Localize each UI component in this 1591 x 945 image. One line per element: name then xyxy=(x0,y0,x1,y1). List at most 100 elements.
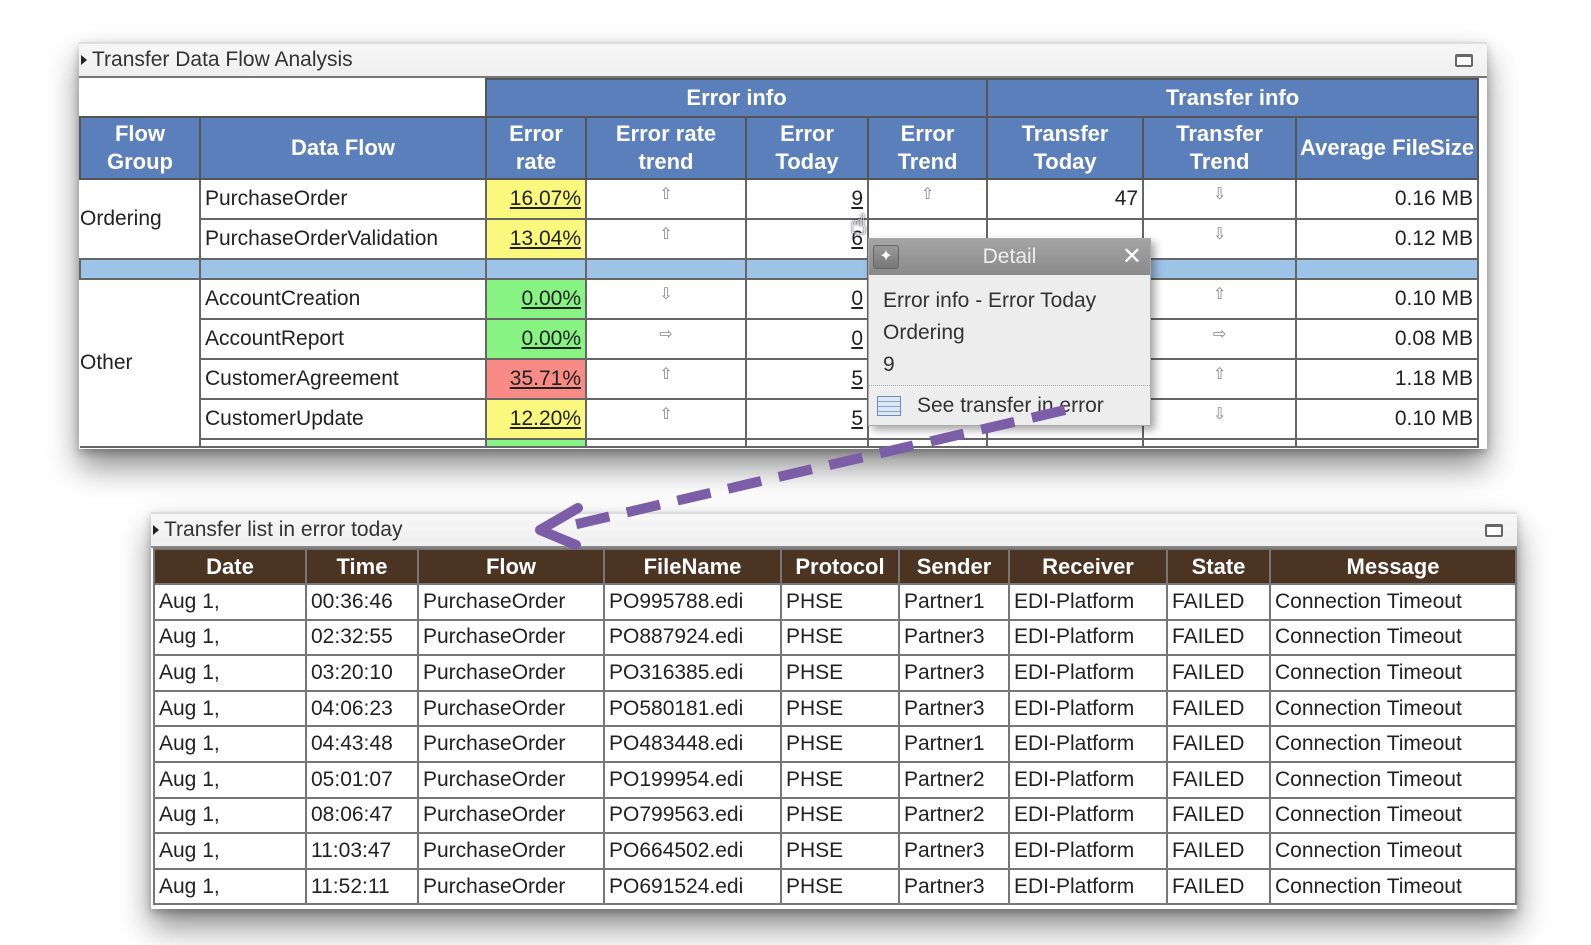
column-header[interactable]: Transfer Today xyxy=(986,116,1145,180)
avg-filesize-cell: 0.16 MB xyxy=(1295,178,1480,220)
column-header[interactable]: Flow Group xyxy=(79,116,201,180)
separator-cell xyxy=(79,258,201,280)
receiver-cell: EDI-Platform xyxy=(1008,725,1168,763)
message-cell: Connection Timeout xyxy=(1269,725,1517,763)
see-transfer-in-error-link[interactable]: See transfer in error xyxy=(869,385,1150,425)
receiver-cell: EDI-Platform xyxy=(1008,796,1168,835)
column-header[interactable]: Protocol xyxy=(780,548,900,585)
table-row[interactable]: Aug 1, 08:06:47 PurchaseOrder PO799563.edi P… xyxy=(153,796,1517,835)
column-header[interactable]: Error Trend xyxy=(866,116,989,180)
close-icon[interactable]: ✕ xyxy=(1122,242,1142,271)
filename-cell: PO483448.edi xyxy=(603,725,782,763)
error-today-link[interactable]: 0 xyxy=(745,278,869,320)
column-header[interactable]: Receiver xyxy=(1008,548,1168,585)
state-cell: FAILED xyxy=(1166,689,1271,728)
group-header-transfer-info: Transfer info xyxy=(986,78,1480,118)
filename-cell: PO887924.edi xyxy=(603,618,782,657)
protocol-cell: PHSE xyxy=(780,832,900,870)
partial-cell xyxy=(866,438,989,448)
column-header[interactable]: Time xyxy=(305,548,419,585)
error-rate-link[interactable]: 0.00% xyxy=(485,278,587,320)
data-flow-cell: PurchaseOrder xyxy=(199,178,487,220)
receiver-cell: EDI-Platform xyxy=(1008,832,1168,870)
trend-up-icon: ⇧ xyxy=(585,218,747,260)
popup-title-bar[interactable]: ✦ Detail ✕ xyxy=(869,239,1150,275)
message-cell: Connection Timeout xyxy=(1269,867,1517,906)
pin-icon[interactable]: ✦ xyxy=(873,245,899,269)
expand-triangle-icon[interactable] xyxy=(81,55,87,65)
flow-group-cell: Ordering xyxy=(80,178,201,260)
date-cell: Aug 1, xyxy=(153,583,307,621)
column-header[interactable]: Error rate xyxy=(485,116,587,180)
table-row[interactable]: Aug 1, 00:36:46 PurchaseOrder PO995788.edi P… xyxy=(153,583,1517,621)
column-header[interactable]: Message xyxy=(1269,548,1517,585)
date-cell: Aug 1, xyxy=(153,760,307,799)
protocol-cell: PHSE xyxy=(780,725,900,763)
error-today-link[interactable]: 0 xyxy=(745,318,869,360)
separator-cell xyxy=(199,258,487,280)
protocol-cell: PHSE xyxy=(780,689,900,728)
table-row[interactable]: Aug 1, 02:32:55 PurchaseOrder PO887924.edi P… xyxy=(153,618,1517,657)
column-header[interactable]: Date xyxy=(153,548,307,585)
table-row[interactable]: Aug 1, 11:52:11 PurchaseOrder PO691524.edi P… xyxy=(153,867,1517,906)
trend-up-icon: ⇧ xyxy=(1142,278,1298,320)
time-cell: 05:01:07 xyxy=(305,760,419,799)
maximize-icon[interactable] xyxy=(1455,54,1473,67)
transfer-list-panel: Transfer list in error today Date Time Flo… xyxy=(151,512,1517,909)
filename-cell: PO580181.edi xyxy=(603,689,782,728)
error-today-link[interactable]: 5 xyxy=(745,358,869,400)
panel-header[interactable]: Transfer Data Flow Analysis xyxy=(79,42,1487,78)
data-flow-cell: CustomerUpdate xyxy=(199,398,487,440)
protocol-cell: PHSE xyxy=(780,867,900,906)
transfer-data-flow-panel: Transfer Data Flow Analysis Error info T… xyxy=(79,42,1487,449)
sender-cell: Partner2 xyxy=(898,760,1010,799)
trend-down-icon: ⇩ xyxy=(1142,178,1298,220)
receiver-cell: EDI-Platform xyxy=(1008,583,1168,621)
column-header[interactable]: Flow xyxy=(417,548,605,585)
error-rate-link[interactable]: 0.00% xyxy=(485,318,587,360)
table-row: AccountReport 0.00% ⇨ 0 ⇨ 0.08 MB xyxy=(80,318,1480,360)
column-header[interactable]: Average FileSize xyxy=(1295,116,1480,180)
transfer-list-table: Date Time Flow FileName Protocol Sender Receiv… xyxy=(153,548,1517,906)
column-header[interactable]: Data Flow xyxy=(199,116,487,180)
avg-filesize-cell: 0.10 MB xyxy=(1295,398,1480,440)
receiver-cell: EDI-Platform xyxy=(1008,654,1168,692)
column-header[interactable]: Error rate trend xyxy=(585,116,747,180)
data-flow-cell: AccountCreation xyxy=(199,278,487,320)
separator-cell xyxy=(585,258,747,280)
table-row[interactable]: Aug 1, 05:01:07 PurchaseOrder PO199954.edi P… xyxy=(153,760,1517,799)
table-row[interactable]: Aug 1, 11:03:47 PurchaseOrder PO664502.edi P… xyxy=(153,832,1517,870)
date-cell: Aug 1, xyxy=(153,618,307,657)
maximize-icon[interactable] xyxy=(1485,524,1503,537)
trend-up-icon: ⇧ xyxy=(1142,358,1298,400)
column-header[interactable]: Transfer Trend xyxy=(1142,116,1298,180)
date-cell: Aug 1, xyxy=(153,867,307,906)
panel-header[interactable]: Transfer list in error today xyxy=(151,512,1517,548)
sender-cell: Partner2 xyxy=(898,796,1010,835)
column-header[interactable]: State xyxy=(1166,548,1271,585)
data-flow-cell: AccountReport xyxy=(199,318,487,360)
table-row[interactable]: Aug 1, 03:20:10 PurchaseOrder PO316385.edi P… xyxy=(153,654,1517,692)
error-rate-link[interactable]: 16.07% xyxy=(485,178,587,220)
partial-cell xyxy=(199,438,487,448)
protocol-cell: PHSE xyxy=(780,654,900,692)
table-row[interactable]: Aug 1, 04:06:23 PurchaseOrder PO580181.edi P… xyxy=(153,689,1517,728)
flow-cell: PurchaseOrder xyxy=(417,689,605,728)
popup-title: Detail xyxy=(982,245,1037,268)
error-rate-link[interactable]: 35.71% xyxy=(485,358,587,400)
column-header[interactable]: Sender xyxy=(898,548,1010,585)
table-row[interactable]: Aug 1, 04:43:48 PurchaseOrder PO483448.edi P… xyxy=(153,725,1517,763)
filename-cell: PO691524.edi xyxy=(603,867,782,906)
error-today-link[interactable]: 5 xyxy=(745,398,869,440)
flow-group-cell: Other xyxy=(80,278,201,448)
column-header[interactable]: Error Today xyxy=(745,116,869,180)
popup-line-context: Error info - Error Today xyxy=(883,289,1097,312)
time-cell: 04:06:23 xyxy=(305,689,419,728)
column-header[interactable]: FileName xyxy=(603,548,782,585)
expand-triangle-icon[interactable] xyxy=(153,525,159,535)
date-cell: Aug 1, xyxy=(153,832,307,870)
error-rate-link[interactable]: 13.04% xyxy=(485,218,587,260)
table-row: CustomerAgreement 35.71% ⇧ 5 ⇧ 1.18 MB xyxy=(80,358,1480,400)
error-rate-link[interactable]: 12.20% xyxy=(485,398,587,440)
state-cell: FAILED xyxy=(1166,618,1271,657)
